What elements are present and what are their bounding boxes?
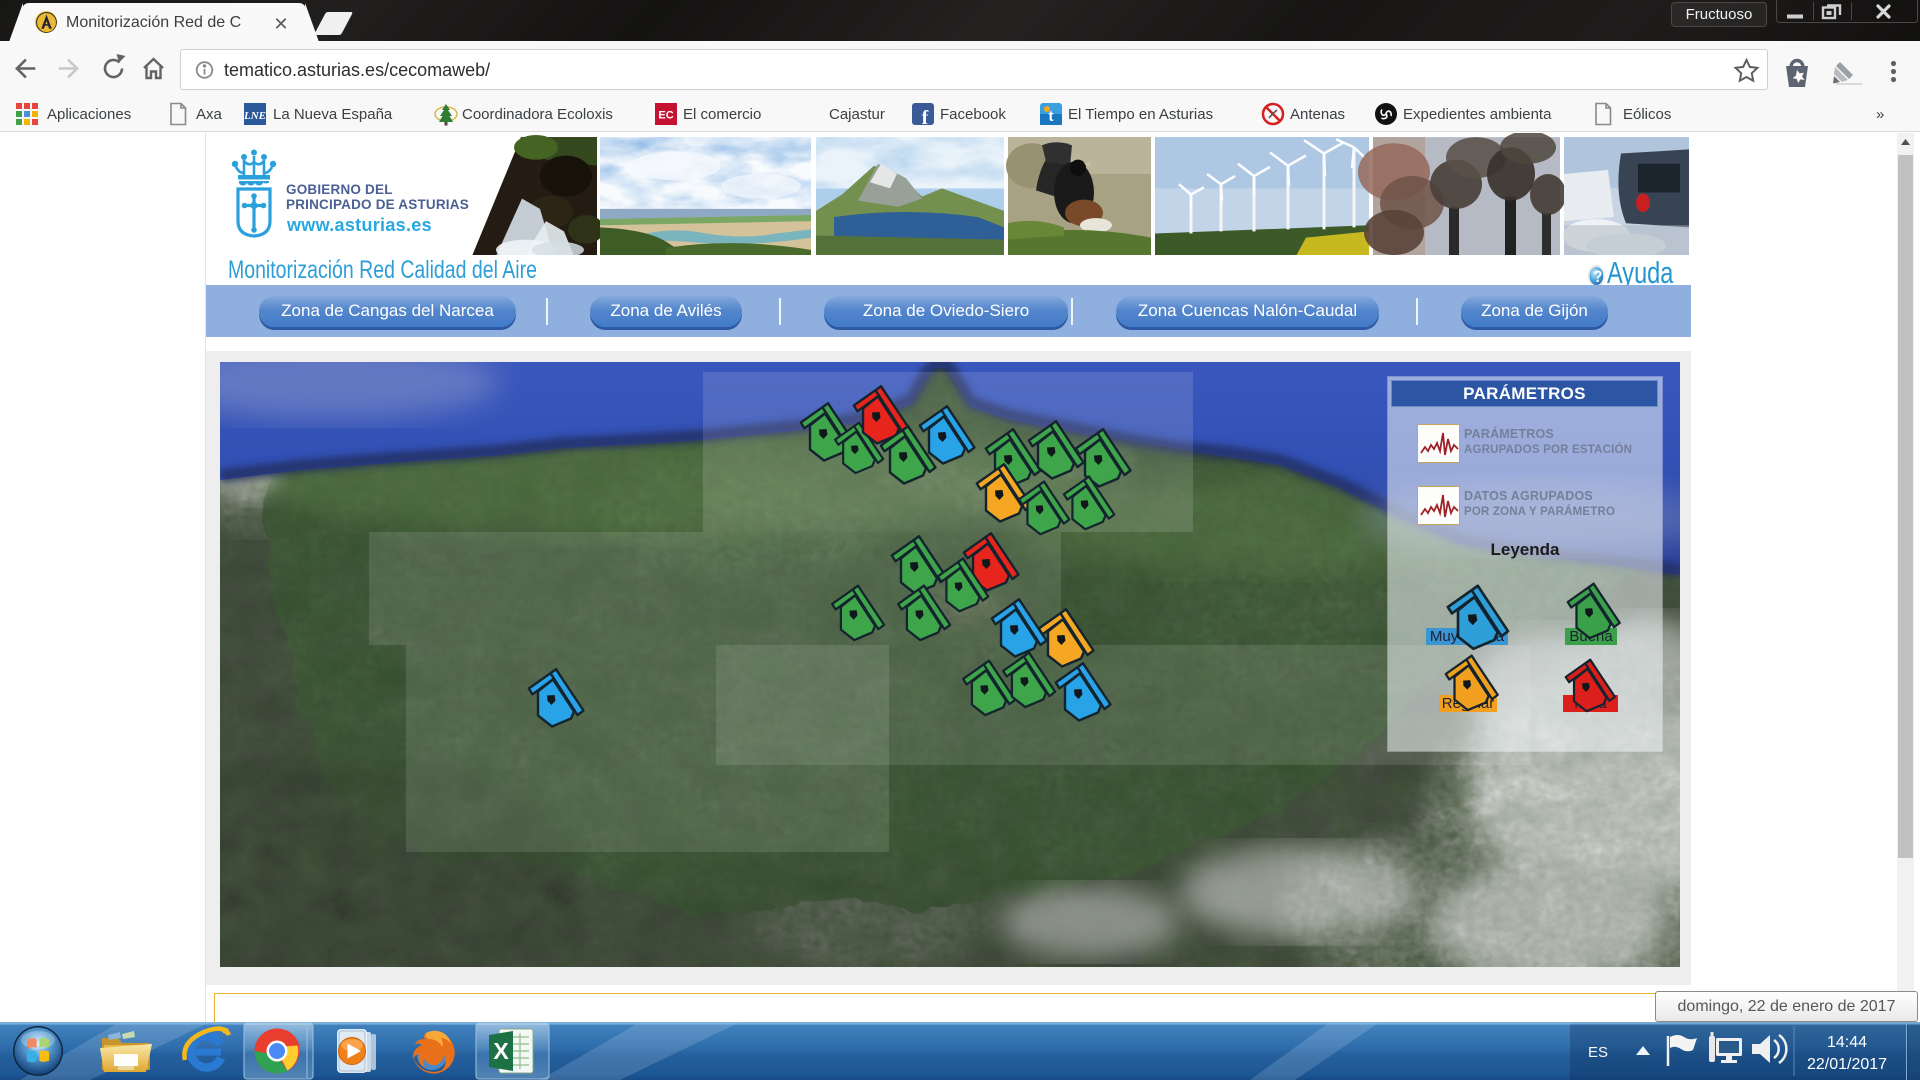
svg-text:X: X xyxy=(493,1038,509,1064)
svg-text:22/01/2017: 22/01/2017 xyxy=(1807,1056,1887,1073)
svg-text:14:44: 14:44 xyxy=(1827,1034,1867,1051)
svg-text:LNE: LNE xyxy=(243,110,266,122)
svg-text:EC: EC xyxy=(658,110,673,122)
svg-text:f: f xyxy=(922,107,929,129)
svg-text:ES: ES xyxy=(1588,1044,1608,1061)
